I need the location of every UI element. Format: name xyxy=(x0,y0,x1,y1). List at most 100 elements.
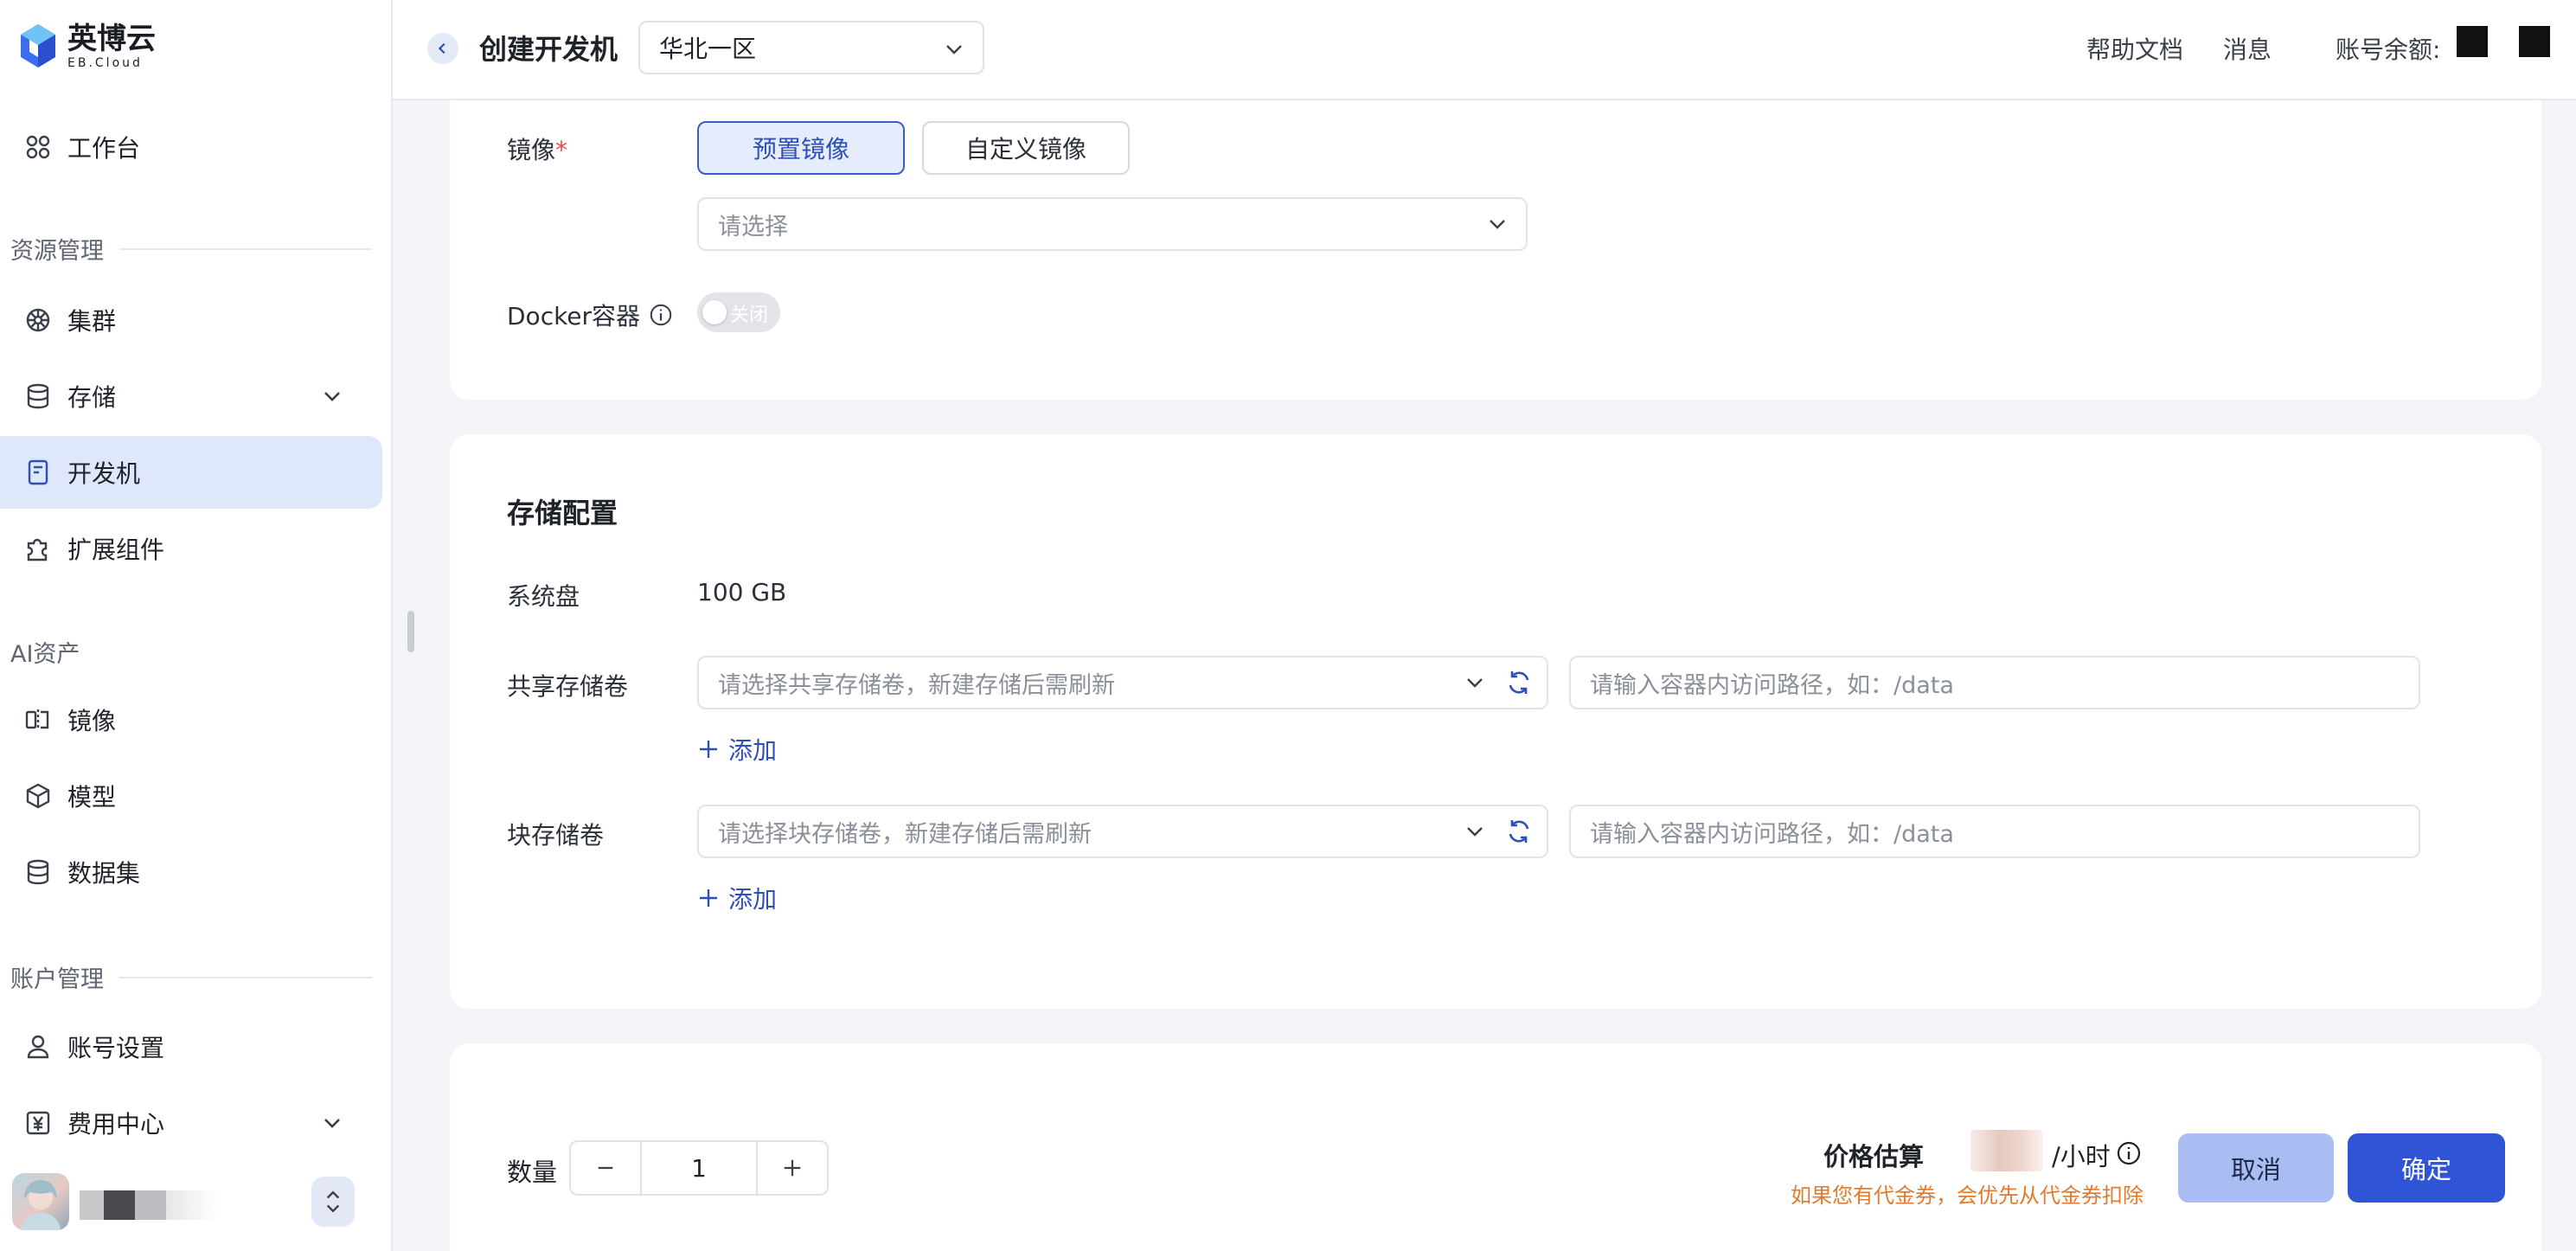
puzzle-icon xyxy=(22,533,54,564)
sidebar-resize-handle[interactable] xyxy=(407,611,414,652)
help-docs-link[interactable]: 帮助文档 xyxy=(2086,31,2183,66)
top-header: 创建开发机 华北一区 帮助文档 消息 账号余额: xyxy=(393,0,2576,100)
sidebar-item-workbench[interactable]: 工作台 xyxy=(0,111,382,183)
balance-label: 账号余额: xyxy=(2336,35,2441,64)
region-value: 华北一区 xyxy=(659,35,757,63)
plus-icon xyxy=(784,1159,801,1177)
add-shared-volume-button[interactable]: 添加 xyxy=(697,732,777,767)
add-label: 添加 xyxy=(728,885,778,914)
chevron-up-down-icon xyxy=(326,1190,340,1213)
cluster-icon xyxy=(22,305,54,336)
image-select[interactable]: 请选择 xyxy=(697,197,1528,251)
refresh-icon[interactable] xyxy=(1505,818,1533,845)
chevron-down-icon[interactable] xyxy=(320,384,344,408)
plus-icon xyxy=(700,889,717,907)
sidebar-item-storage[interactable]: 存储 xyxy=(0,360,382,433)
sidebar-item-extensions[interactable]: 扩展组件 xyxy=(0,512,382,585)
chevron-down-icon xyxy=(1490,220,1505,229)
image-label: 镜像* xyxy=(507,136,568,164)
info-icon[interactable] xyxy=(649,303,673,327)
path-placeholder: 请输入容器内访问路径，如：/data xyxy=(1590,820,1954,848)
path-placeholder: 请输入容器内访问路径，如：/data xyxy=(1590,671,1954,699)
brand-name-en: EB.Cloud xyxy=(67,56,143,70)
image-config-card: 镜像* 预置镜像 自定义镜像 请选择 Docker容器 关闭 xyxy=(450,100,2541,400)
user-profile[interactable] xyxy=(12,1170,375,1234)
brand-logo[interactable]: 英博云 EB.Cloud xyxy=(17,19,156,74)
section-label: 资源管理 xyxy=(10,238,104,265)
block-volume-label: 块存储卷 xyxy=(507,821,605,850)
custom-image-button[interactable]: 自定义镜像 xyxy=(922,121,1130,175)
sidebar-item-devbox[interactable]: 开发机 xyxy=(0,436,382,509)
quantity-value[interactable]: 1 xyxy=(640,1142,758,1194)
block-volume-path-input[interactable]: 请输入容器内访问路径，如：/data xyxy=(1569,805,2420,858)
chevron-down-icon xyxy=(1467,678,1483,688)
database-icon xyxy=(22,856,54,888)
toggle-knob xyxy=(702,300,727,324)
database-icon xyxy=(22,381,54,412)
preset-image-button[interactable]: 预置镜像 xyxy=(697,121,905,175)
shared-volume-select[interactable]: 请选择共享存储卷，新建存储后需刷新 xyxy=(697,656,1548,709)
chevron-down-icon xyxy=(946,45,962,55)
sidebar-item-dataset[interactable]: 数据集 xyxy=(0,836,382,908)
system-disk-value: 100 GB xyxy=(697,578,787,606)
account-switcher[interactable] xyxy=(311,1177,355,1227)
back-button[interactable] xyxy=(427,33,458,64)
page-title: 创建开发机 xyxy=(479,33,618,66)
avatar[interactable] xyxy=(12,1173,69,1230)
sidebar-item-image[interactable]: 镜像 xyxy=(0,683,382,756)
region-select[interactable]: 华北一区 xyxy=(638,21,984,74)
chevron-down-icon[interactable] xyxy=(320,1111,344,1135)
user-name-redacted xyxy=(80,1190,218,1220)
brand-logo-icon xyxy=(21,24,55,67)
image-select-placeholder: 请选择 xyxy=(718,213,788,241)
storage-section-title: 存储配置 xyxy=(507,497,618,529)
quantity-label: 数量 xyxy=(507,1158,558,1187)
price-estimate-label: 价格估算 xyxy=(1823,1142,1925,1171)
add-block-volume-button[interactable]: 添加 xyxy=(697,881,777,915)
balance-redacted xyxy=(2457,26,2488,57)
sidebar-item-account-settings[interactable]: 账号设置 xyxy=(0,1010,382,1083)
refresh-icon[interactable] xyxy=(1505,669,1533,696)
sidebar-item-label: 费用中心 xyxy=(67,1110,165,1139)
sidebar-item-label: 模型 xyxy=(67,783,117,812)
add-label: 添加 xyxy=(728,736,778,765)
sidebar: 英博云 EB.Cloud 工作台 资源管理 集群 存储 开发机 扩展组件 AI资… xyxy=(0,0,393,1251)
section-label: 账户管理 xyxy=(10,966,104,993)
price-value-redacted xyxy=(1970,1130,2043,1171)
sidebar-item-label: 存储 xyxy=(67,383,117,412)
cancel-button[interactable]: 取消 xyxy=(2178,1133,2334,1203)
system-disk-label: 系统盘 xyxy=(507,582,580,611)
section-resource: 资源管理 xyxy=(10,232,372,266)
sidebar-item-cluster[interactable]: 集群 xyxy=(0,284,382,356)
quantity-stepper[interactable]: 1 xyxy=(569,1140,829,1196)
storage-config-card: 存储配置 系统盘 100 GB 共享存储卷 请选择共享存储卷，新建存储后需刷新 … xyxy=(450,434,2541,1009)
section-label: AI资产 xyxy=(10,641,80,668)
chevron-down-icon xyxy=(1467,827,1483,837)
shared-volume-label: 共享存储卷 xyxy=(507,672,629,701)
sidebar-item-model[interactable]: 模型 xyxy=(0,760,382,832)
sidebar-item-label: 开发机 xyxy=(67,459,141,488)
grid-icon xyxy=(22,132,54,163)
shared-volume-path-input[interactable]: 请输入容器内访问路径，如：/data xyxy=(1569,656,2420,709)
sidebar-item-label: 扩展组件 xyxy=(67,536,165,564)
decrement-button[interactable] xyxy=(571,1142,640,1194)
messages-link[interactable]: 消息 xyxy=(2223,31,2272,66)
sidebar-item-label: 账号设置 xyxy=(67,1034,165,1062)
increment-button[interactable] xyxy=(758,1142,827,1194)
sidebar-item-label: 工作台 xyxy=(67,134,141,163)
docker-label: Docker容器 xyxy=(507,298,673,332)
mirror-icon xyxy=(22,704,54,735)
shared-volume-placeholder: 请选择共享存储卷，新建存储后需刷新 xyxy=(718,671,1115,699)
confirm-button[interactable]: 确定 xyxy=(2348,1133,2505,1203)
info-icon[interactable] xyxy=(2116,1140,2142,1166)
brand-name: 英博云 xyxy=(67,22,156,56)
sidebar-item-label: 镜像 xyxy=(67,707,117,735)
user-icon xyxy=(22,1031,54,1062)
yen-icon xyxy=(22,1107,54,1139)
price-unit: /小时 xyxy=(2052,1142,2111,1171)
sidebar-item-billing[interactable]: 费用中心 xyxy=(0,1087,382,1159)
cube-icon xyxy=(22,780,54,812)
block-volume-select[interactable]: 请选择块存储卷，新建存储后需刷新 xyxy=(697,805,1548,858)
docker-toggle[interactable]: 关闭 xyxy=(697,292,780,332)
devbox-icon xyxy=(22,457,54,488)
